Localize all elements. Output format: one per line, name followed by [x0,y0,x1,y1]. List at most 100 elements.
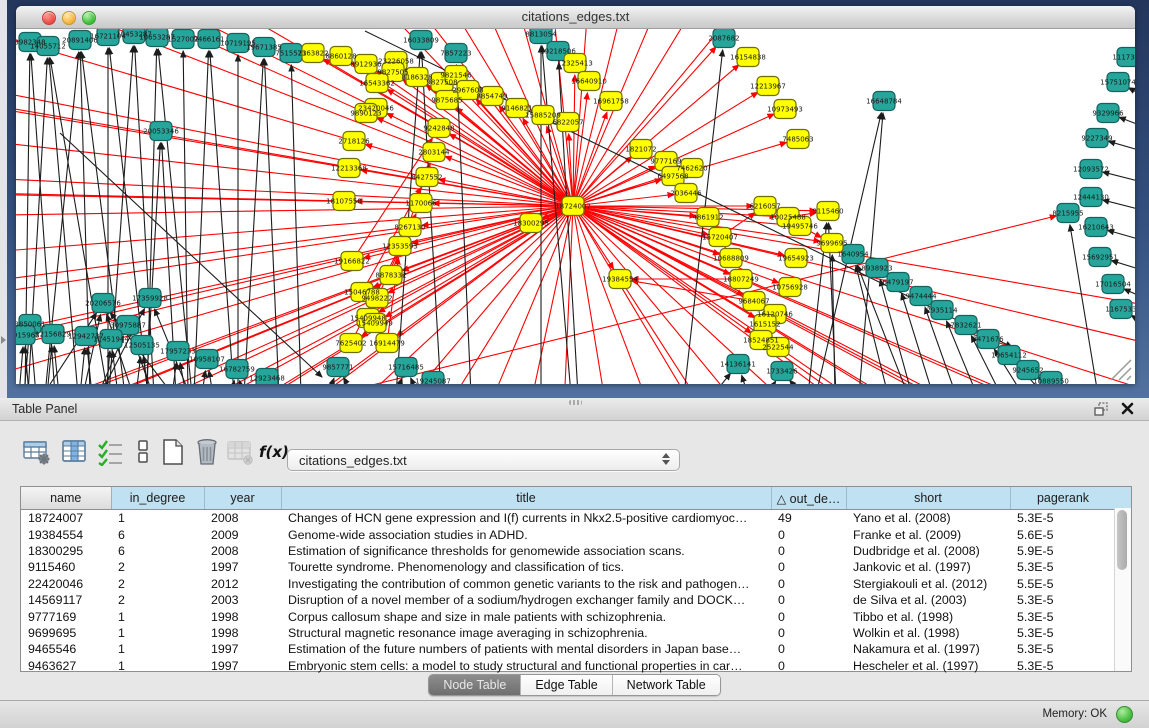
tab-edge-table[interactable]: Edge Table [521,675,612,695]
table-cell: 22420046 [21,576,111,592]
table-panel: Table Panel [0,398,1149,727]
citation-network-graph[interactable]: 3982348140557122089140616721104104532871… [16,29,1135,384]
graph-node-label: 8427552 [411,173,442,181]
table-cell: 9777169 [21,608,111,624]
table-cell: 1 [111,510,204,527]
column-header-title[interactable]: title [281,487,771,510]
function-builder-icon[interactable]: f(x) [256,438,290,466]
table-row[interactable]: 969969511998Structural magnetic resonanc… [21,625,1116,641]
table-settings-icon[interactable] [22,438,52,466]
table-row[interactable]: 1872400712008Changes of HCN gene express… [21,510,1116,527]
panel-title: Table Panel [12,402,77,416]
table-vertical-scrollbar[interactable] [1114,508,1131,671]
graph-node-label: 20206576 [85,299,121,307]
delete-table-icon[interactable] [192,438,222,466]
graph-node-label: 9875685 [431,96,462,104]
table-cell: 2008 [204,543,281,559]
table-cell: de Silva et al. (2003) [846,592,1010,608]
table-cell: Tibbo et al. (1998) [846,608,1010,624]
graph-node-label: 19654923 [778,254,814,262]
table-source-value: citations_edges.txt [299,453,407,468]
graph-node-label: 12444130 [1073,193,1109,201]
panel-drag-grip[interactable] [569,400,582,405]
graph-node-label: 17016504 [1095,280,1131,288]
column-header-name[interactable]: name [21,487,111,510]
graph-node-label: 18107550 [326,197,362,205]
table-cell: 2009 [204,526,281,542]
graph-node-label: 9245652 [1012,366,1043,374]
graph-node-label: 10756928 [772,283,808,291]
graph-node-label: 16914479 [369,339,405,347]
close-panel-icon[interactable] [1119,401,1137,417]
table-cell: 5.3E-5 [1010,625,1116,641]
table-row[interactable]: 911546021997Tourette syndrome. Phenomeno… [21,559,1116,575]
table-row[interactable]: 946362711997Embryonic stem cells: a mode… [21,658,1116,674]
table-cell: 1 [111,641,204,657]
graph-node-label: 16210643 [1078,223,1114,231]
panel-collapse-arrow-icon[interactable] [1,336,6,344]
graph-node-label: 10654112 [991,351,1027,359]
window-resize-grip[interactable] [1103,352,1133,382]
column-header-year[interactable]: year [204,487,281,510]
graph-node-label: 7625402 [335,339,366,347]
graph-node-label: 7857223 [440,49,471,57]
table-cell: Stergiakouli et al. (2012) [846,576,1010,592]
table-row[interactable]: 977716911998Corpus callosum shape and si… [21,608,1116,624]
table-columns-icon[interactable] [60,438,90,466]
column-header-in_degree[interactable]: in_degree [111,487,204,510]
graph-node-label: 16782759 [219,365,255,373]
table-row[interactable]: 1456911722003Disruption of a novel membe… [21,592,1116,608]
table-cell: Tourette syndrome. Phenomenology and cla… [281,559,771,575]
network-desktop: citations_edges.txt 39823481405571220891… [0,0,1149,398]
tab-network-table[interactable]: Network Table [613,675,720,695]
graph-node-label: 10973493 [767,105,803,113]
table-cell: Wolkin et al. (1998) [846,625,1010,641]
graph-node-label: 19384554 [602,275,638,283]
table-cell: 49 [771,510,846,527]
graph-node-label: 6497568 [657,172,688,180]
graph-node-label: 15692951 [1082,253,1118,261]
table-cell: 1997 [204,658,281,674]
table-cell: Estimation of significance thresholds fo… [281,543,771,559]
table-cell: 5.3E-5 [1010,592,1116,608]
table-cell: Embryonic stem cells: a model to study s… [281,658,771,674]
scrollbar-thumb[interactable] [1117,510,1127,570]
column-header-pagerank[interactable]: pagerank [1010,487,1116,510]
graph-node-label: 18300295 [513,219,549,227]
table-panel-header[interactable]: Table Panel [0,398,1149,421]
table-cell: 5.3E-5 [1010,658,1116,674]
table-cell: 2 [111,592,204,608]
table-row[interactable]: 1830029562008Estimation of significance … [21,543,1116,559]
graph-node-label: 16961758 [593,97,629,105]
graph-node-label: 9827508 [426,78,457,86]
table-source-select[interactable]: citations_edges.txt [287,449,680,471]
graph-node-label: 7163822 [297,49,328,57]
select-columns-icon[interactable] [96,438,126,466]
graph-node-label: 8215955 [1052,209,1083,217]
table-cell: 0 [771,526,846,542]
graph-node-label: 17957233 [160,347,196,355]
tab-node-table[interactable]: Node Table [429,675,521,695]
graph-node-label: 14136141 [720,360,756,368]
column-header-out_de[interactable]: △ out_de… [771,487,846,510]
table-toolbar: f(x) citations_edges.txt [0,420,1149,482]
graph-node-label: 8854749 [476,92,507,100]
table-cell: 2012 [204,576,281,592]
new-table-icon[interactable] [158,438,188,466]
graph-node-label: 23226058 [378,57,414,65]
network-graph-canvas[interactable]: 3982348140557122089140616721104104532871… [16,29,1135,384]
table-row[interactable]: 1938455462009Genome-wide association stu… [21,526,1116,542]
node-attribute-table[interactable]: namein_degreeyeartitle△ out_de…shortpage… [20,486,1132,672]
graph-node-label: 17359928 [132,294,168,302]
network-window[interactable]: citations_edges.txt 39823481405571220891… [16,6,1135,384]
graph-node-label: 10889550 [1033,377,1069,384]
column-header-short[interactable]: short [846,487,1010,510]
graph-node-label: 9857771 [322,363,353,371]
table-row[interactable]: 2242004622012Investigating the contribut… [21,576,1116,592]
float-panel-icon[interactable] [1093,401,1111,417]
table-row[interactable]: 946554611997Estimation of the future num… [21,641,1116,657]
graph-node-label: 12213967 [750,82,786,90]
split-view-icon[interactable] [128,438,158,466]
table-header-row[interactable]: namein_degreeyeartitle△ out_de…shortpage… [21,487,1116,510]
network-window-titlebar[interactable]: citations_edges.txt [16,6,1135,29]
